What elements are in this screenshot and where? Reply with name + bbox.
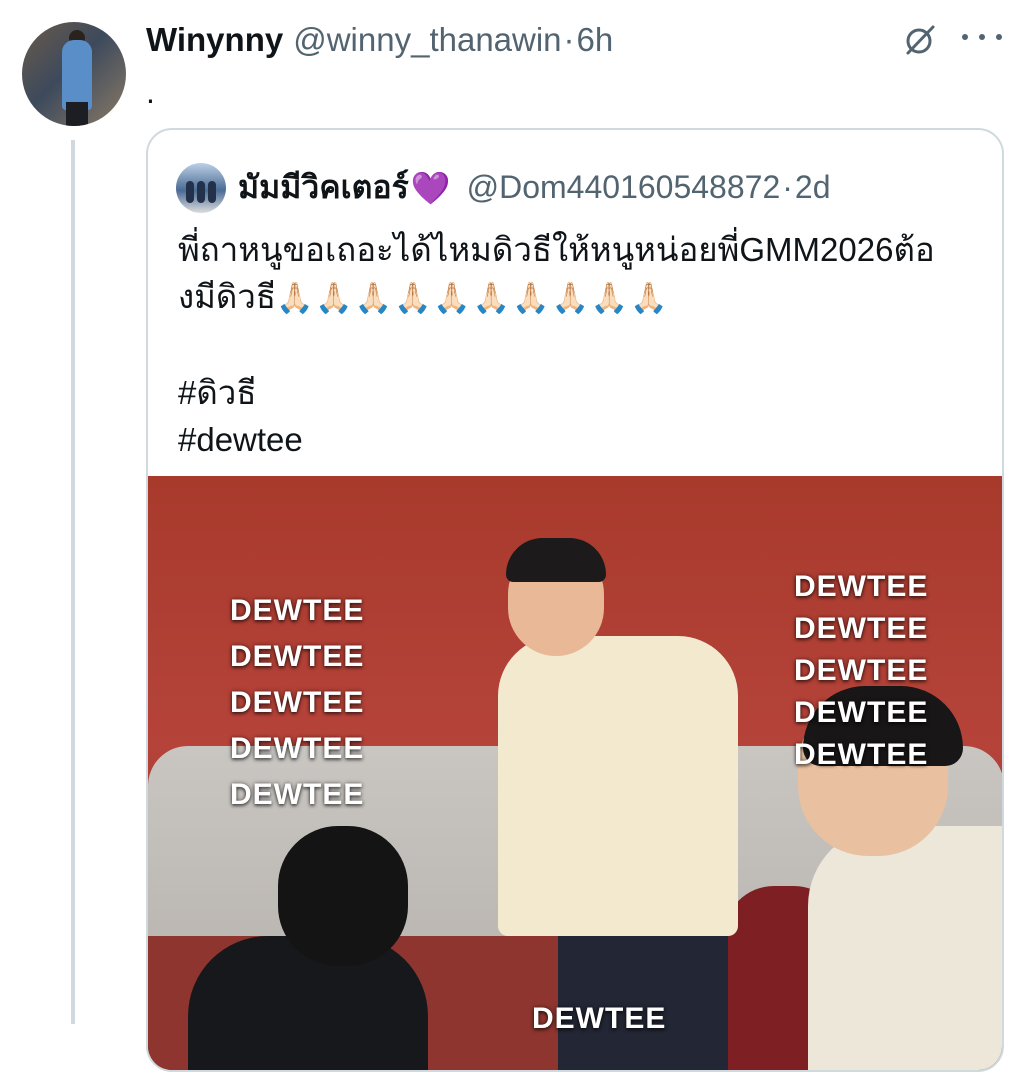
avatar-figure-legs — [66, 102, 88, 126]
tweet-header: Winynny @winny_thanawin · 6h — [146, 18, 613, 62]
thread-line — [71, 140, 75, 1024]
caption-line: DEWTEE — [794, 738, 929, 771]
quote-author-name[interactable]: มัมมีวิคเตอร์ — [238, 162, 409, 213]
caption-right: DEWTEE DEWTEE DEWTEE DEWTEE DEWTEE — [794, 566, 928, 776]
image-boy-right-body — [808, 826, 1002, 1070]
author-name[interactable]: Winynny — [146, 21, 283, 59]
quote-text-line-2-text: งมีดิวธี — [178, 278, 276, 315]
quote-time[interactable]: 2d — [795, 169, 831, 206]
author-handle[interactable]: @winny_thanawin — [293, 21, 561, 59]
tweet-time[interactable]: 6h — [577, 21, 614, 59]
more-dot — [962, 34, 968, 40]
more-dot — [996, 34, 1002, 40]
quote-author-avatar[interactable] — [176, 162, 226, 213]
caption-left: DEWTEE DEWTEE DEWTEE DEWTEE DEWTEE — [230, 588, 364, 818]
quote-text-line-1: พี่ถาหนูขอเถอะได้ไหมดิวธีให้หนูหน่อยพี่G… — [178, 231, 935, 268]
author-avatar[interactable] — [22, 22, 126, 126]
quote-image[interactable]: DEWTEE DEWTEE DEWTEE DEWTEE DEWTEE DEWTE… — [148, 476, 1002, 1070]
quoted-tweet[interactable]: มัมมีวิคเตอร์ 💜 @Dom440160548872 · 2d พี… — [146, 128, 1004, 1072]
image-boy-left-head — [278, 826, 408, 966]
avatar-figure-body — [62, 40, 92, 110]
caption-line: DEWTEE — [230, 686, 365, 719]
more-icon[interactable] — [962, 34, 1002, 44]
caption-bottom: DEWTEE — [532, 1002, 667, 1035]
quote-text: พี่ถาหนูขอเถอะได้ไหมดิวธีให้หนูหน่อยพี่G… — [178, 226, 978, 463]
quote-header-separator: · — [782, 169, 793, 205]
caption-line: DEWTEE — [794, 654, 929, 687]
purple-heart-icon: 💜 — [410, 169, 451, 206]
caption-line: DEWTEE — [230, 594, 365, 627]
quote-author-handle[interactable]: @Dom440160548872 — [467, 169, 781, 206]
caption-line: DEWTEE — [794, 696, 929, 729]
caption-line: DEWTEE — [794, 612, 929, 645]
hashtag-dewtee[interactable]: #dewtee — [178, 416, 978, 463]
header-separator: · — [563, 21, 575, 58]
caption-line: DEWTEE — [230, 732, 365, 765]
more-dot — [979, 34, 985, 40]
image-man-shirt — [498, 636, 738, 936]
caption-line: DEWTEE — [230, 778, 365, 811]
pray-emojis: 🙏🏻🙏🏻🙏🏻🙏🏻🙏🏻🙏🏻🙏🏻🙏🏻🙏🏻🙏🏻 — [275, 282, 670, 315]
image-man-hair — [506, 538, 606, 582]
grok-icon[interactable] — [902, 22, 938, 58]
quote-text-line-2: งมีดิวธี🙏🏻🙏🏻🙏🏻🙏🏻🙏🏻🙏🏻🙏🏻🙏🏻🙏🏻🙏🏻 — [178, 273, 978, 322]
tweet-text: . — [146, 74, 155, 110]
hashtag-dewtee-thai[interactable]: #ดิวธี — [178, 369, 978, 416]
caption-line: DEWTEE — [230, 640, 365, 673]
quote-header: มัมมีวิคเตอร์ 💜 @Dom440160548872 · 2d — [176, 162, 830, 213]
caption-line: DEWTEE — [794, 570, 929, 603]
